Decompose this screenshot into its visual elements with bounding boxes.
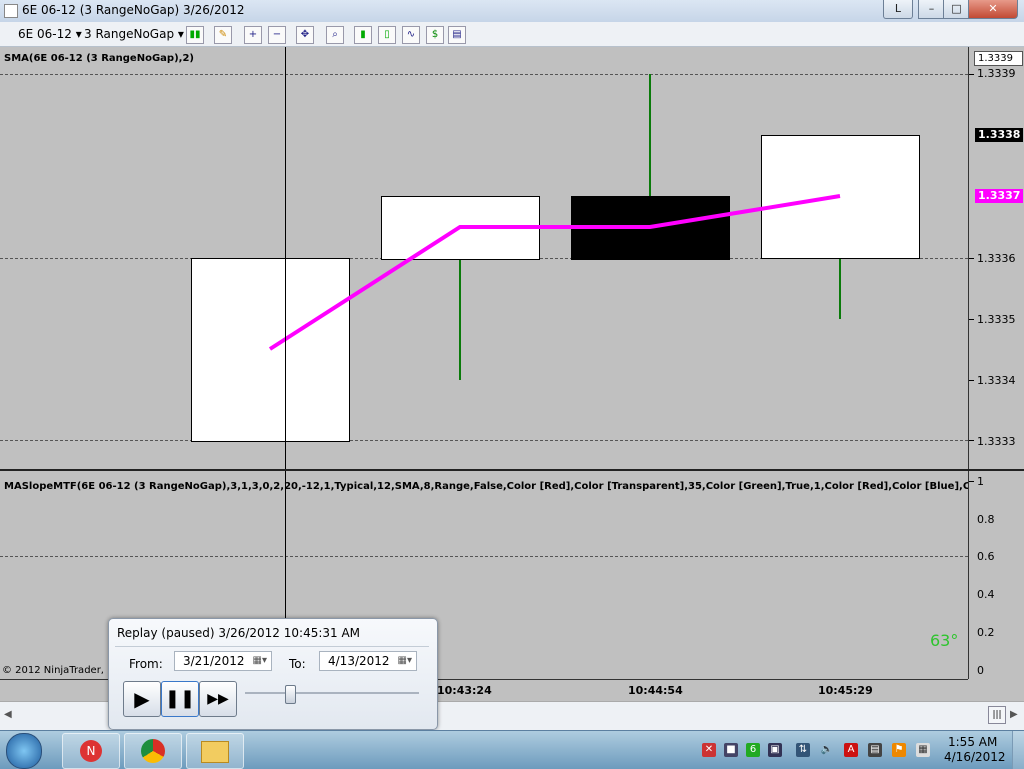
indicator-label: MASlopeMTF(6E 06-12 (3 RangeNoGap),3,1,3… <box>4 481 968 492</box>
divider <box>115 646 429 647</box>
pencil-icon[interactable]: ✎ <box>214 26 232 44</box>
from-label: From: <box>129 657 163 671</box>
zoom-out-icon[interactable]: − <box>268 26 286 44</box>
instrument-label: 6E 06-12 <box>18 27 72 41</box>
action-center-icon[interactable]: ▦ <box>916 743 930 757</box>
sma-value-badge: 1.3337 <box>975 189 1024 203</box>
to-date-field[interactable]: 4/13/2012 ▦▾ <box>319 651 417 671</box>
speed-slider-track[interactable] <box>245 692 419 694</box>
price-tick-label: 1.3334 <box>977 374 1016 387</box>
price-tick-label: 1.3336 <box>977 252 1016 265</box>
speed-slider-thumb[interactable] <box>285 685 296 704</box>
chrome-taskbar-button[interactable] <box>124 733 182 769</box>
indicator-tick-label: 0.8 <box>977 513 995 526</box>
tray-app-icon[interactable]: ⚑ <box>892 743 906 757</box>
current-price-badge: 1.3338 <box>975 128 1024 142</box>
replay-dialog: Replay (paused) 3/26/2012 10:45:31 AM Fr… <box>108 618 438 730</box>
time-label: 10:44:54 <box>628 684 683 697</box>
indicator-tick-label: 0.4 <box>977 588 995 601</box>
properties-icon[interactable]: ▤ <box>448 26 466 44</box>
from-date-value: 3/21/2012 <box>183 654 245 668</box>
copyright-text: © 2012 NinjaTrader, LLC <box>2 665 126 676</box>
network-warning-icon[interactable]: ✕ <box>702 743 716 757</box>
chevron-down-icon: ▾ <box>75 27 82 41</box>
gridline <box>0 556 968 557</box>
window-title: 6E 06-12 (3 RangeNoGap) 3/26/2012 <box>22 3 245 17</box>
tray-app-icon[interactable]: ▤ <box>868 743 882 757</box>
strategies-icon[interactable]: ▮ <box>354 26 372 44</box>
clock-date[interactable]: 4/16/2012 <box>944 750 1006 764</box>
price-tick-label: 1.3333 <box>977 435 1016 448</box>
start-button[interactable] <box>6 733 42 769</box>
fast-forward-button[interactable]: ▶▶ <box>199 681 237 717</box>
chrome-icon <box>141 739 165 763</box>
close-button[interactable]: ✕ <box>968 0 1018 19</box>
chart-toolbar: 6E 06-12 ▾ 3 RangeNoGap ▾ ▮▮ ✎ + − ✥ ⌕ ▮… <box>0 22 1024 47</box>
ninjatrader-icon: N <box>80 740 102 762</box>
dollar-icon[interactable]: $ <box>426 26 444 44</box>
ninjatrader-taskbar-button[interactable]: N <box>62 733 120 769</box>
instrument-selector[interactable]: 6E 06-12 ▾ <box>18 25 82 43</box>
time-label: 10:45:29 <box>818 684 873 697</box>
axis-tick <box>969 380 974 381</box>
link-button[interactable]: L <box>883 0 913 19</box>
time-label: 10:43:24 <box>437 684 492 697</box>
zoom-in-icon[interactable]: + <box>244 26 262 44</box>
clock-time[interactable]: 1:55 AM <box>948 735 997 749</box>
tray-6-icon[interactable]: 6 <box>746 743 760 757</box>
price-tick-label: 1.3339 <box>977 67 1016 80</box>
to-date-value: 4/13/2012 <box>328 654 390 668</box>
from-date-field[interactable]: 3/21/2012 ▦▾ <box>174 651 272 671</box>
scroll-left-icon[interactable]: ◀ <box>4 709 12 720</box>
tray-app-icon[interactable]: ■ <box>724 743 738 757</box>
sma-line-overlay <box>268 194 841 351</box>
replay-status: Replay (paused) 3/26/2012 10:45:31 AM <box>117 626 361 640</box>
to-label: To: <box>289 657 306 671</box>
chevron-down-icon: ▾ <box>177 27 184 41</box>
app-icon <box>4 4 18 18</box>
chart-icon[interactable]: ∿ <box>402 26 420 44</box>
price-tick-label: 1.3335 <box>977 313 1016 326</box>
price-axis[interactable]: 1.3339 1.3339 1.3338 1.3337 1.3336 1.333… <box>968 47 1024 679</box>
calendar-icon[interactable]: ▦▾ <box>398 652 412 670</box>
crosshair-line <box>285 47 286 469</box>
indicator-tick-label: 0 <box>977 664 984 677</box>
folder-icon <box>201 741 229 763</box>
taskbar: N ✕ ■ 6 ▣ ⇅ 🔈 A ▤ ⚑ ▦ 1:55 AM 4/16/2012 <box>0 730 1024 769</box>
scroll-thumb[interactable]: ||| <box>988 706 1006 724</box>
minimize-button[interactable]: – <box>918 0 945 19</box>
period-selector[interactable]: 3 RangeNoGap ▾ <box>84 25 184 43</box>
axis-top-box: 1.3339 <box>974 51 1023 66</box>
axis-tick <box>969 481 974 482</box>
indicator-tick-label: 1 <box>977 475 984 488</box>
indicator-tick-label: 0.6 <box>977 550 995 563</box>
tray-app-icon[interactable]: ▣ <box>768 743 782 757</box>
price-panel[interactable]: SMA(6E 06-12 (3 RangeNoGap),2) <box>0 47 968 469</box>
play-button[interactable]: ▶ <box>123 681 161 717</box>
trades-icon[interactable]: ▯ <box>378 26 396 44</box>
axis-tick <box>969 258 974 259</box>
search-icon[interactable]: ⌕ <box>326 26 344 44</box>
volume-icon[interactable]: 🔈 <box>820 743 834 757</box>
scroll-right-icon[interactable]: ▶ <box>1010 709 1018 720</box>
explorer-taskbar-button[interactable] <box>186 733 244 769</box>
calendar-icon[interactable]: ▦▾ <box>253 652 267 670</box>
crosshair-icon[interactable]: ✥ <box>296 26 314 44</box>
indicator-tick-label: 0.2 <box>977 626 995 639</box>
title-bar: 6E 06-12 (3 RangeNoGap) 3/26/2012 L – □ … <box>0 0 1024 23</box>
axis-tick <box>969 319 974 320</box>
axis-tick <box>969 74 974 75</box>
sma-line <box>268 194 841 351</box>
show-desktop-button[interactable] <box>1012 731 1024 769</box>
slope-angle-value: 63° <box>930 631 959 650</box>
pdf-icon[interactable]: A <box>844 743 858 757</box>
network-icon[interactable]: ⇅ <box>796 743 810 757</box>
maximize-button[interactable]: □ <box>943 0 970 19</box>
axis-tick <box>969 440 974 441</box>
period-label: 3 RangeNoGap <box>84 27 175 41</box>
pause-button[interactable]: ❚❚ <box>161 681 199 717</box>
bar-style-icon[interactable]: ▮▮ <box>186 26 204 44</box>
